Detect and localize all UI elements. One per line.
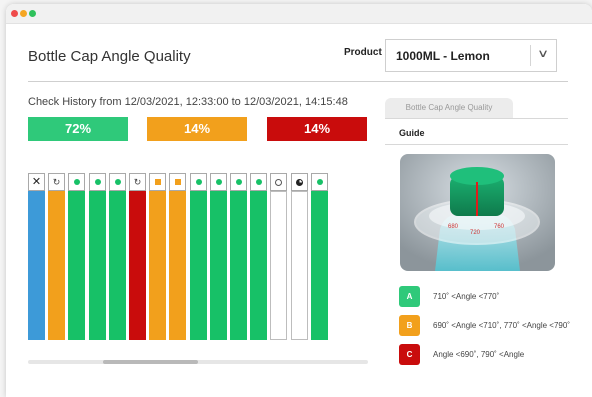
grade-b-range: 690˚ <Angle <710˚, 770˚ <Angle <790˚ <box>433 321 570 330</box>
check-bar[interactable] <box>230 173 247 340</box>
check-history-text: Check History from 12/03/2021, 12:33:00 … <box>28 96 348 108</box>
chevron-down-icon[interactable]: ∨ <box>537 47 549 60</box>
green-dot-icon <box>195 179 202 185</box>
check-bar[interactable]: ↻ <box>48 173 65 340</box>
grade-a-summary: 72% <box>28 117 128 141</box>
svg-text:720: 720 <box>470 230 481 236</box>
tab-divider <box>385 118 568 119</box>
grade-c-chip: C <box>399 344 420 365</box>
product-selected-value: 1000ML - Lemon <box>396 49 490 63</box>
x-icon: ✕ <box>31 175 42 188</box>
check-bar-fill <box>89 191 106 340</box>
grade-a-range: 710˚ <Angle <770˚ <box>433 292 500 301</box>
clock-icon <box>275 178 282 186</box>
check-bar-fill <box>190 191 207 340</box>
check-status-cell <box>270 173 287 191</box>
check-status-cell: ✕ <box>28 173 45 191</box>
check-bar[interactable] <box>270 173 287 340</box>
check-history-bars: ✕ ↻ ↻ <box>28 173 348 341</box>
check-bar-fill <box>210 191 227 340</box>
grade-c-range: Angle <690˚, 790˚ <Angle <box>433 350 525 359</box>
select-divider <box>530 45 531 66</box>
check-status-cell <box>190 173 207 191</box>
bottle-cap-guide-image: 720 760 680 <box>400 154 555 271</box>
product-select[interactable]: 1000ML - Lemon ∨ <box>385 39 557 72</box>
check-bar-fill <box>250 191 267 340</box>
check-status-cell <box>291 173 308 191</box>
header-divider <box>28 81 568 82</box>
orange-square-icon <box>154 179 161 185</box>
svg-text:680: 680 <box>448 224 459 230</box>
check-status-cell <box>68 173 85 191</box>
check-bar-fill <box>149 191 166 340</box>
grade-a-chip: A <box>399 286 420 307</box>
green-dot-icon <box>73 179 80 185</box>
check-bar[interactable] <box>210 173 227 340</box>
refresh-icon: ↻ <box>133 176 142 187</box>
check-bar[interactable] <box>169 173 186 340</box>
pie-icon <box>296 178 303 186</box>
check-status-cell <box>311 173 328 191</box>
check-bar[interactable] <box>89 173 106 340</box>
green-dot-icon <box>215 179 222 185</box>
guide-divider <box>385 144 568 145</box>
product-label: Product <box>344 47 382 58</box>
check-status-cell <box>149 173 166 191</box>
check-bar-fill <box>230 191 247 340</box>
check-status-cell: ↻ <box>129 173 146 191</box>
check-bar-fill <box>129 191 146 340</box>
grade-c-summary: 14% <box>267 117 367 141</box>
horizontal-scrollbar[interactable] <box>28 360 368 364</box>
check-bar-fill <box>291 191 308 340</box>
refresh-icon: ↻ <box>52 176 61 187</box>
check-bar[interactable] <box>190 173 207 340</box>
check-status-cell <box>210 173 227 191</box>
app-window: Bottle Cap Angle Quality Product 1000ML … <box>6 4 592 397</box>
check-bar-fill <box>48 191 65 340</box>
check-bar[interactable]: ✕ <box>28 173 45 340</box>
close-window-icon[interactable] <box>11 10 18 17</box>
check-bar[interactable] <box>311 173 328 340</box>
check-bar[interactable] <box>291 173 308 340</box>
guide-label: Guide <box>399 128 425 138</box>
window-titlebar <box>6 4 592 24</box>
check-bar-fill <box>28 191 45 340</box>
tab-bottle-cap-angle-quality[interactable]: Bottle Cap Angle Quality <box>385 98 513 118</box>
check-bar[interactable] <box>149 173 166 340</box>
check-bar-fill <box>68 191 85 340</box>
minimize-window-icon[interactable] <box>20 10 27 17</box>
grade-b-chip: B <box>399 315 420 336</box>
check-status-cell <box>109 173 126 191</box>
svg-text:760: 760 <box>494 224 505 230</box>
check-bar-fill <box>169 191 186 340</box>
green-dot-icon <box>114 179 121 185</box>
check-status-cell <box>230 173 247 191</box>
check-bar-fill <box>311 191 328 340</box>
check-status-cell <box>169 173 186 191</box>
check-bar[interactable]: ↻ <box>129 173 146 340</box>
check-status-cell: ↻ <box>48 173 65 191</box>
page-title: Bottle Cap Angle Quality <box>28 48 191 65</box>
check-bar-fill <box>109 191 126 340</box>
orange-square-icon <box>174 179 181 185</box>
grade-b-summary: 14% <box>147 117 247 141</box>
check-bar[interactable] <box>68 173 85 340</box>
check-status-cell <box>89 173 106 191</box>
check-bar[interactable] <box>250 173 267 340</box>
scrollbar-thumb[interactable] <box>103 360 198 364</box>
check-bar[interactable] <box>109 173 126 340</box>
green-dot-icon <box>255 179 262 185</box>
green-dot-icon <box>235 179 242 185</box>
check-bar-fill <box>270 191 287 340</box>
green-dot-icon <box>316 179 323 185</box>
check-status-cell <box>250 173 267 191</box>
maximize-window-icon[interactable] <box>29 10 36 17</box>
green-dot-icon <box>94 179 101 185</box>
